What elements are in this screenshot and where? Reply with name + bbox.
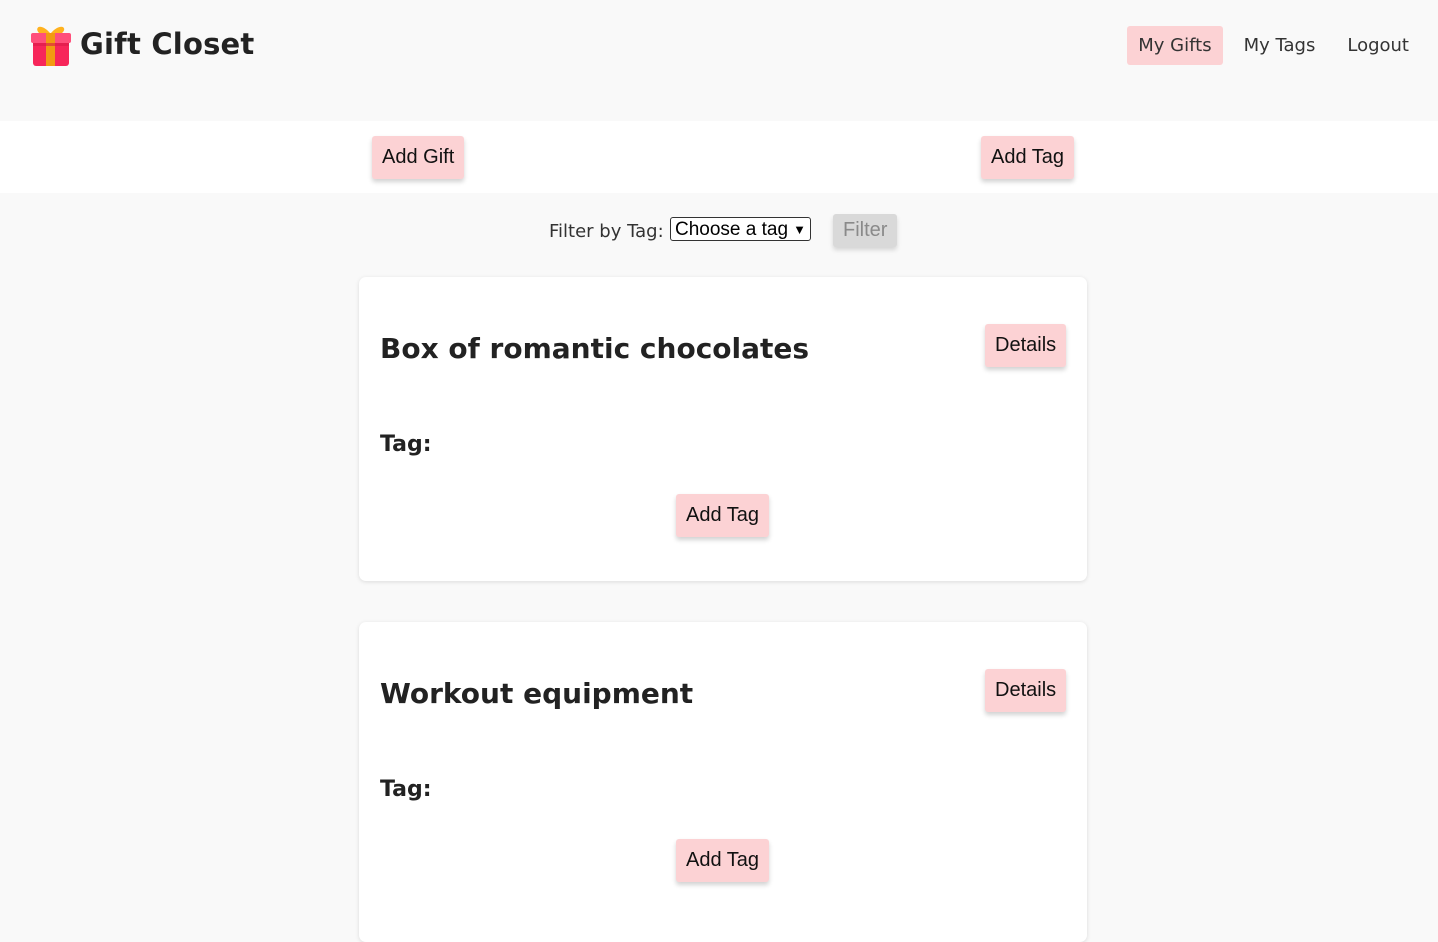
gift-icon (31, 26, 71, 66)
tag-filter-select[interactable]: Choose a tag ▼ (670, 217, 811, 241)
app-title: Gift Closet (80, 27, 255, 61)
action-bar: Add Gift Add Tag (0, 121, 1438, 193)
nav-my-tags[interactable]: My Tags (1233, 26, 1327, 65)
details-button[interactable]: Details (985, 324, 1067, 367)
nav-logout[interactable]: Logout (1336, 26, 1420, 65)
gift-add-tag-button[interactable]: Add Tag (676, 839, 770, 882)
nav-my-gifts[interactable]: My Gifts (1127, 26, 1223, 65)
filter-label: Filter by Tag: (549, 221, 664, 242)
add-tag-button[interactable]: Add Tag (981, 136, 1075, 179)
app-header: Gift Closet My Gifts My Tags Logout (0, 0, 1438, 121)
tag-filter-selected-value: Choose a tag (675, 219, 789, 240)
brand[interactable]: Gift Closet (30, 20, 254, 68)
details-button[interactable]: Details (985, 669, 1067, 712)
chevron-down-icon: ▼ (793, 222, 806, 237)
gift-card: Box of romantic chocolates Details Tag: … (359, 277, 1087, 581)
gift-card: Workout equipment Details Tag: Add Tag (359, 622, 1087, 942)
gift-add-tag-button[interactable]: Add Tag (676, 494, 770, 537)
tag-label: Tag: (380, 777, 432, 802)
filter-bar: Filter by Tag: Choose a tag ▼ Filter (0, 212, 1438, 252)
gift-title: Box of romantic chocolates (380, 332, 810, 365)
main-nav: My Gifts My Tags Logout (1127, 26, 1420, 65)
filter-button[interactable]: Filter (833, 214, 898, 247)
tag-label: Tag: (380, 432, 432, 457)
add-gift-button[interactable]: Add Gift (372, 136, 465, 179)
gift-title: Workout equipment (380, 677, 694, 710)
